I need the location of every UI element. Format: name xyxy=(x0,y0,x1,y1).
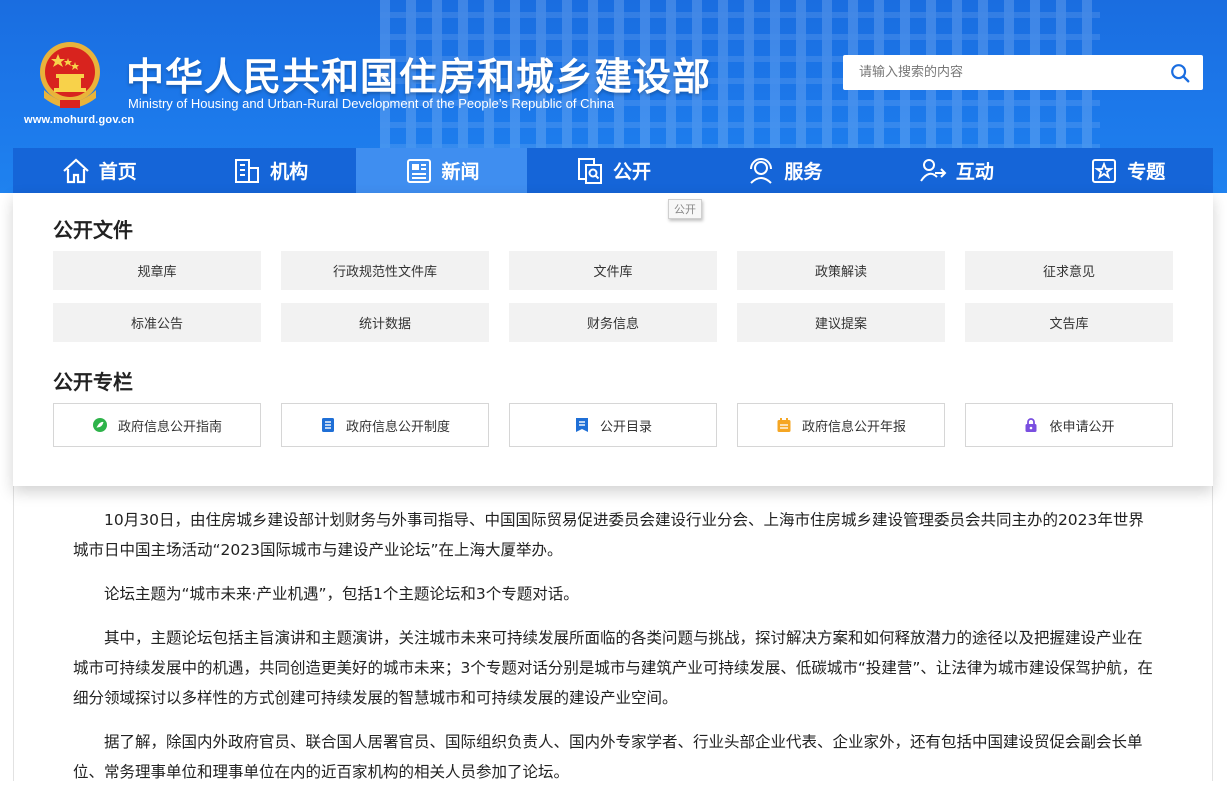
guide-icon xyxy=(92,418,107,432)
file-link-public-consultation[interactable]: 征求意见 xyxy=(965,251,1173,290)
document-icon xyxy=(321,418,334,432)
site-title-en: Ministry of Housing and Urban-Rural Deve… xyxy=(128,96,615,111)
content-border-right xyxy=(1212,486,1213,781)
column-label: 公开目录 xyxy=(599,419,652,435)
search-box xyxy=(843,55,1203,90)
column-link-disclosure-system[interactable]: 政府信息公开制度 xyxy=(281,403,489,447)
file-link-regulations[interactable]: 规章库 xyxy=(53,251,261,290)
section-title-public-files: 公开文件 xyxy=(53,218,133,242)
column-link-apply-disclosure[interactable]: 依申请公开 xyxy=(965,403,1173,447)
nav-label: 互动 xyxy=(955,161,994,183)
column-label: 政府信息公开指南 xyxy=(117,419,222,435)
file-link-financial-info[interactable]: 财务信息 xyxy=(509,303,717,342)
main-nav: 首页 机构 新闻 公开 服务 互动 专题 xyxy=(13,148,1213,193)
building-icon xyxy=(235,158,260,183)
nav-label: 首页 xyxy=(98,161,137,183)
file-link-statistics[interactable]: 统计数据 xyxy=(281,303,489,342)
column-link-annual-report[interactable]: 政府信息公开年报 xyxy=(737,403,945,447)
lock-icon xyxy=(1025,418,1037,432)
interaction-icon xyxy=(919,158,947,182)
article-body: 10月30日，由住房城乡建设部计划财务与外事司指导、中国国际贸易促进委员会建设行… xyxy=(73,505,1153,801)
file-link-proposals[interactable]: 建议提案 xyxy=(737,303,945,342)
public-dropdown-panel: 公开文件 规章库 行政规范性文件库 文件库 政策解读 征求意见 标准公告 统计数… xyxy=(13,193,1213,486)
nav-item-public[interactable]: 公开 xyxy=(527,148,698,193)
file-link-announcements-library[interactable]: 文告库 xyxy=(965,303,1173,342)
column-link-disclosure-guide[interactable]: 政府信息公开指南 xyxy=(53,403,261,447)
service-icon xyxy=(750,157,773,184)
article-paragraph: 10月30日，由住房城乡建设部计划财务与外事司指导、中国国际贸易促进委员会建设行… xyxy=(73,511,1144,559)
column-label: 政府信息公开年报 xyxy=(801,419,906,435)
nav-item-organization[interactable]: 机构 xyxy=(184,148,355,193)
article-paragraph: 据了解，除国内外政府官员、联合国人居署官员、国际组织负责人、国内外专家学者、行业… xyxy=(73,733,1143,781)
file-link-standard-announcements[interactable]: 标准公告 xyxy=(53,303,261,342)
nav-item-home[interactable]: 首页 xyxy=(13,148,184,193)
nav-label: 公开 xyxy=(612,161,651,183)
file-link-policy-interpretation[interactable]: 政策解读 xyxy=(737,251,945,290)
file-link-normative-documents[interactable]: 行政规范性文件库 xyxy=(281,251,489,290)
site-title-cn[interactable]: 中华人民共和国住房和城乡建设部 xyxy=(126,46,711,101)
site-url[interactable]: www.mohurd.gov.cn xyxy=(24,114,134,126)
nav-label: 专题 xyxy=(1127,161,1166,183)
column-label: 依申请公开 xyxy=(1049,419,1115,435)
search-input[interactable] xyxy=(843,55,1159,90)
home-icon xyxy=(62,158,89,183)
section-title-public-columns: 公开专栏 xyxy=(53,370,133,394)
nav-item-service[interactable]: 服务 xyxy=(699,148,870,193)
article-paragraph: 其中，主题论坛包括主旨演讲和主题演讲，关注城市未来可持续发展所面临的各类问题与挑… xyxy=(73,629,1153,707)
nav-item-topics[interactable]: 专题 xyxy=(1042,148,1213,193)
file-link-document-library[interactable]: 文件库 xyxy=(509,251,717,290)
news-icon xyxy=(406,158,431,183)
star-topic-icon xyxy=(1092,158,1117,183)
column-link-public-catalog[interactable]: 公开目录 xyxy=(509,403,717,447)
content-border-left xyxy=(13,486,14,781)
documents-icon xyxy=(577,157,602,184)
nav-item-news[interactable]: 新闻 xyxy=(355,148,528,193)
catalog-icon xyxy=(575,418,588,432)
nav-label: 机构 xyxy=(270,161,309,183)
search-icon[interactable] xyxy=(1169,62,1191,84)
national-emblem-icon[interactable] xyxy=(38,40,102,112)
calendar-icon xyxy=(777,418,791,432)
nav-label: 服务 xyxy=(784,161,823,183)
nav-label: 新闻 xyxy=(441,161,480,183)
nav-item-interaction[interactable]: 互动 xyxy=(870,148,1041,193)
column-label: 政府信息公开制度 xyxy=(345,419,450,435)
article-paragraph: 论坛主题为“城市未来·产业机遇”，包括1个主题论坛和3个专题对话。 xyxy=(104,585,579,603)
nav-tooltip: 公开 xyxy=(668,199,702,219)
